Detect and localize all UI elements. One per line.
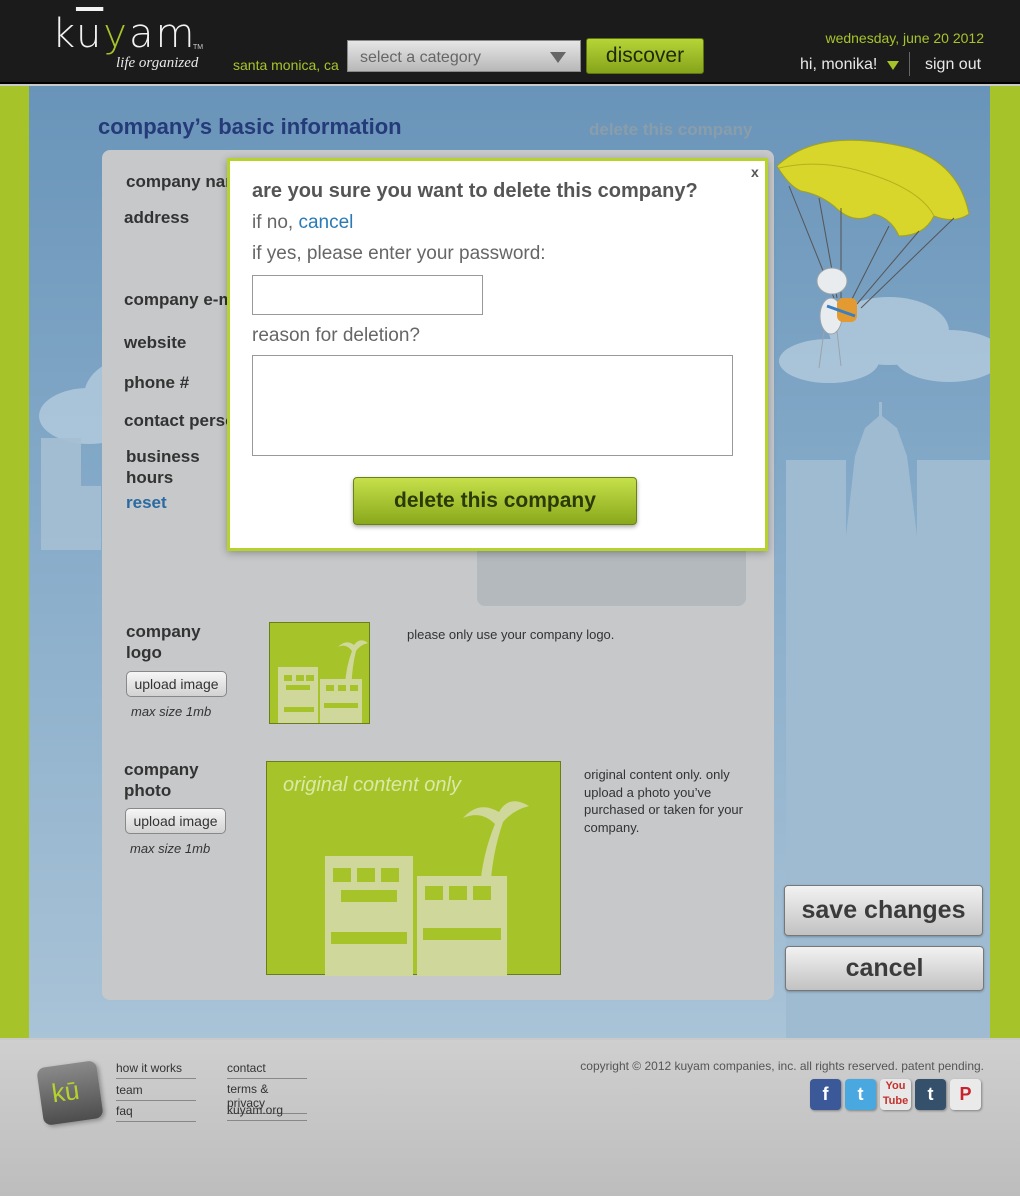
user-menu-arrow-icon[interactable] (887, 61, 899, 70)
footer-logo[interactable]: kū (36, 1060, 104, 1126)
top-bar: kuyam TM life organized santa monica, ca… (0, 0, 1020, 84)
dialog-cancel-link[interactable]: cancel (298, 212, 353, 233)
location-text[interactable]: santa monica, ca (233, 57, 339, 73)
if-no-text: if no, (252, 212, 294, 233)
dialog-if-no-line: if no, cancel (252, 212, 353, 234)
label-phone: phone # (124, 373, 190, 392)
pinterest-icon[interactable]: P (950, 1079, 981, 1110)
footer-link-contact[interactable]: contact (227, 1061, 307, 1079)
user-greeting[interactable]: hi, monika! (800, 56, 877, 74)
current-date: wednesday, june 20 2012 (825, 30, 984, 46)
sign-out-link[interactable]: sign out (925, 56, 981, 74)
category-select-label: select a category (360, 49, 481, 66)
photo-placeholder-image: original content only (266, 761, 561, 976)
tumblr-icon[interactable]: t (915, 1079, 946, 1110)
footer-link-kuyam-org[interactable]: kuyam.org (227, 1103, 307, 1121)
discover-button[interactable]: discover (586, 38, 704, 74)
footer: kū how it works team faq contact terms &… (0, 1040, 1020, 1196)
page-title: company’s basic information (98, 114, 402, 139)
reset-hours-link[interactable]: reset (126, 493, 167, 513)
logo-placeholder-image (269, 622, 370, 724)
photo-max-size: max size 1mb (130, 841, 211, 856)
youtube-icon[interactable]: You Tube (880, 1079, 911, 1110)
storefront-illustration-icon (325, 801, 529, 976)
dialog-question: are you sure you want to delete this com… (252, 180, 698, 202)
chevron-down-icon (550, 52, 566, 63)
save-changes-button[interactable]: save changes (784, 885, 983, 936)
facebook-icon[interactable]: f (810, 1079, 841, 1110)
logo-note: please only use your company logo. (407, 627, 615, 642)
label-address: address (124, 208, 190, 227)
reason-prompt: reason for deletion? (252, 325, 420, 346)
header-divider (909, 52, 910, 76)
footer-link-how-it-works[interactable]: how it works (116, 1061, 196, 1079)
reason-textarea[interactable] (252, 355, 733, 456)
delete-company-dialog: x are you sure you want to delete this c… (227, 158, 768, 551)
footer-link-team[interactable]: team (116, 1083, 196, 1101)
kuyam-logo[interactable]: kuyam (52, 14, 196, 54)
storefront-icon (278, 640, 368, 723)
twitter-icon[interactable]: t (845, 1079, 876, 1110)
copyright-text: copyright © 2012 kuyam companies, inc. a… (580, 1059, 984, 1073)
logo-trademark: TM (193, 44, 204, 51)
password-prompt: if yes, please enter your password: (252, 243, 546, 264)
footer-link-faq[interactable]: faq (116, 1104, 196, 1122)
upload-logo-button[interactable]: upload image (126, 671, 227, 697)
confirm-delete-button[interactable]: delete this company (353, 477, 637, 525)
close-icon[interactable]: x (751, 164, 759, 180)
label-company-photo: company photo (124, 760, 199, 800)
cancel-button[interactable]: cancel (785, 946, 984, 991)
photo-note: original content only. only upload a pho… (584, 767, 743, 835)
logo-max-size: max size 1mb (131, 704, 212, 719)
logo-tagline: life organized (116, 55, 199, 71)
label-website: website (124, 333, 187, 352)
label-business-hours: business hours (126, 447, 200, 487)
upload-photo-button[interactable]: upload image (125, 808, 226, 834)
password-input[interactable] (252, 275, 483, 315)
label-company-logo: company logo (126, 622, 201, 662)
category-select[interactable]: select a category (347, 40, 581, 72)
delete-company-link[interactable]: delete this company (589, 120, 752, 140)
